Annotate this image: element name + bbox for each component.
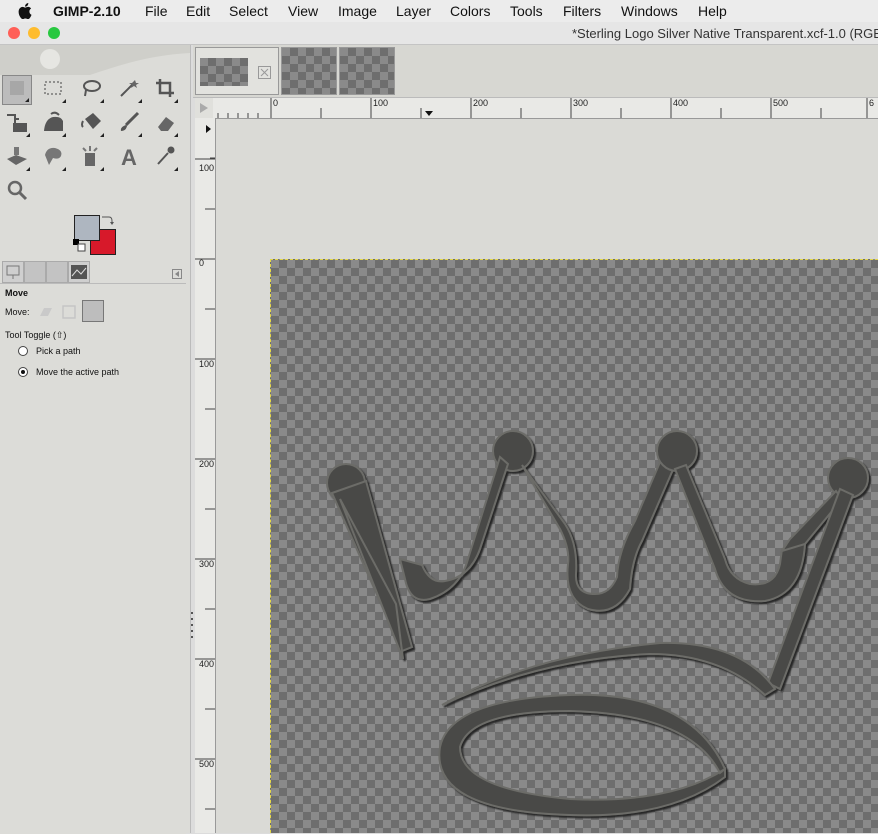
free-select-tool-button[interactable] xyxy=(76,75,106,105)
tab-device-status[interactable] xyxy=(24,261,46,283)
dock-menu-icon[interactable] xyxy=(172,266,182,284)
move-active-path-radio[interactable] xyxy=(18,367,28,377)
clone-tool-button[interactable] xyxy=(2,143,32,173)
move-layer-button[interactable] xyxy=(37,304,55,320)
wilber-banner xyxy=(0,45,190,75)
paintbrush-tool-button[interactable] xyxy=(114,109,144,139)
image-thumbnail xyxy=(200,58,248,86)
tool-toggle-label: Tool Toggle (⇧) xyxy=(5,330,67,340)
menu-colors[interactable]: Colors xyxy=(450,3,490,19)
menu-bar: GIMP-2.10 File Edit Select View Image La… xyxy=(0,0,878,23)
menu-layer[interactable]: Layer xyxy=(396,3,431,19)
apple-icon[interactable] xyxy=(18,3,32,22)
ruler-h-500: 500 xyxy=(773,98,789,108)
close-tab-icon[interactable] xyxy=(258,66,271,84)
menu-select[interactable]: Select xyxy=(229,3,268,19)
tool-options-panel: Move Move: Tool Toggle (⇧) Pick a path M… xyxy=(0,283,186,834)
crop-tool-button[interactable] xyxy=(150,75,180,105)
image-tab-2[interactable] xyxy=(281,47,337,95)
close-window-button[interactable] xyxy=(8,27,20,39)
swap-colors-icon[interactable] xyxy=(100,213,114,231)
image-tabs-bar xyxy=(193,45,878,98)
rect-select-tool-button[interactable] xyxy=(38,75,68,105)
color-picker-icon xyxy=(154,145,176,172)
free-select-icon xyxy=(80,78,102,103)
pick-a-path-label[interactable]: Pick a path xyxy=(36,346,81,356)
ruler-h-400: 400 xyxy=(673,98,689,108)
text-icon: A xyxy=(118,145,140,172)
ruler-h-100: 100 xyxy=(373,98,389,108)
menu-image[interactable]: Image xyxy=(338,3,377,19)
window-titlebar: *Sterling Logo Silver Native Transparent… xyxy=(0,22,878,45)
menu-view[interactable]: View xyxy=(288,3,318,19)
zoom-icon xyxy=(6,179,28,206)
tab-undo-history[interactable] xyxy=(46,261,68,283)
image-layer[interactable] xyxy=(270,259,878,833)
tab-tool-options[interactable] xyxy=(2,261,24,283)
eraser-icon xyxy=(154,111,176,138)
ruler-v-400: 400 xyxy=(199,659,215,669)
minimize-window-button[interactable] xyxy=(28,27,40,39)
move-path-button[interactable] xyxy=(82,300,104,322)
svg-text:A: A xyxy=(121,145,137,167)
zoom-window-button[interactable] xyxy=(48,27,60,39)
ruler-v-300: 300 xyxy=(199,559,215,569)
fuzzy-select-tool-button[interactable] xyxy=(114,75,144,105)
rect-select-icon xyxy=(43,79,63,102)
move-tool-icon xyxy=(8,79,26,102)
ruler-h-300: 300 xyxy=(573,98,589,108)
dodge-burn-tool-button[interactable] xyxy=(76,143,106,173)
menu-tools[interactable]: Tools xyxy=(510,3,543,19)
move-selection-button[interactable] xyxy=(60,304,78,320)
ruler-v-neg-100: 100 xyxy=(199,163,215,173)
fuzzy-select-icon xyxy=(118,78,140,103)
eraser-tool-button[interactable] xyxy=(150,109,180,139)
dock-resize-handle[interactable] xyxy=(190,610,194,640)
pick-a-path-radio[interactable] xyxy=(18,346,28,356)
zoom-tool-button[interactable] xyxy=(2,177,32,207)
move-tool-button[interactable] xyxy=(2,75,32,105)
horizontal-ruler[interactable]: 0 100 200 300 400 500 6 xyxy=(213,98,878,119)
ruler-v-0: 0 xyxy=(199,258,205,268)
menu-filters[interactable]: Filters xyxy=(563,3,601,19)
bucket-fill-tool-button[interactable] xyxy=(76,109,106,139)
ruler-v-200: 200 xyxy=(199,459,215,469)
crown-logo xyxy=(326,430,869,817)
text-tool-button[interactable]: A xyxy=(114,143,144,173)
vertical-ruler[interactable]: 100 0 100 200 300 400 500 xyxy=(195,118,216,833)
menu-edit[interactable]: Edit xyxy=(186,3,210,19)
ruler-v-500: 500 xyxy=(199,759,215,769)
paintbrush-icon xyxy=(118,111,140,138)
app-name[interactable]: GIMP-2.10 xyxy=(53,3,121,19)
ruler-h-600: 6 xyxy=(869,98,875,108)
image-tab-3[interactable] xyxy=(339,47,395,95)
transform-tool-button[interactable] xyxy=(2,109,32,139)
dock-tabs xyxy=(0,260,190,284)
move-mode-label: Move: xyxy=(5,307,30,317)
menu-windows[interactable]: Windows xyxy=(621,3,678,19)
toolbox-panel: A Move Move: Tool Toggle (⇧) Pick a path… xyxy=(0,45,191,834)
warp-tool-button[interactable] xyxy=(38,109,68,139)
quick-mask-toggle[interactable] xyxy=(195,98,214,119)
color-picker-tool-button[interactable] xyxy=(150,143,180,173)
foreground-color-swatch[interactable] xyxy=(74,215,100,241)
menu-file[interactable]: File xyxy=(145,3,168,19)
ruler-h-0: 0 xyxy=(273,98,279,108)
tool-options-title: Move xyxy=(5,288,29,298)
image-tab-active[interactable] xyxy=(195,47,279,95)
tab-images[interactable] xyxy=(68,261,90,283)
ruler-v-100: 100 xyxy=(199,359,215,369)
ruler-h-200: 200 xyxy=(473,98,489,108)
smudge-tool-button[interactable] xyxy=(38,143,68,173)
default-colors-icon[interactable] xyxy=(73,239,87,258)
window-title: *Sterling Logo Silver Native Transparent… xyxy=(572,26,878,41)
menu-help[interactable]: Help xyxy=(698,3,727,19)
crop-icon xyxy=(155,78,175,103)
move-active-path-label[interactable]: Move the active path xyxy=(36,367,119,377)
